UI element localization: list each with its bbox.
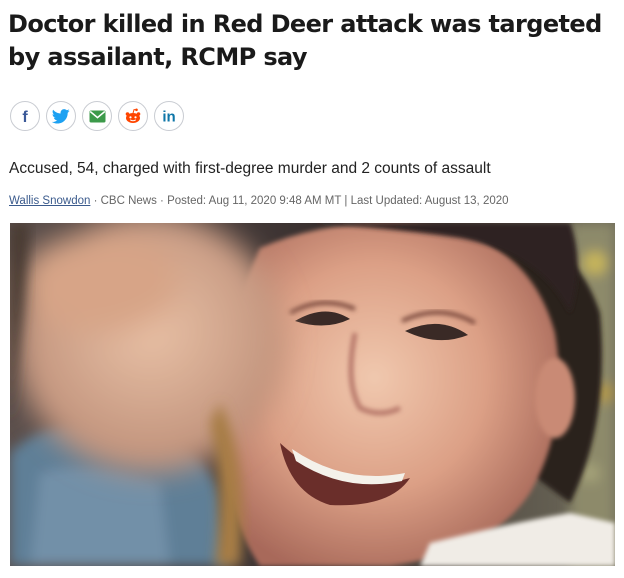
twitter-icon (52, 108, 70, 124)
byline-updated: Last Updated: August 13, 2020 (350, 195, 509, 207)
article-headline: Doctor killed in Red Deer attack was tar… (8, 10, 602, 71)
byline-posted: Posted: Aug 11, 2020 9:48 AM MT (167, 195, 342, 207)
share-facebook-button[interactable]: f (10, 101, 40, 131)
reddit-icon (125, 108, 141, 123)
share-reddit-button[interactable] (118, 101, 148, 131)
share-twitter-button[interactable] (46, 101, 76, 131)
byline-separator: · (90, 195, 101, 207)
photo-image (10, 223, 615, 566)
byline-separator: · (156, 195, 168, 207)
article-deck: Accused, 54, charged with first-degree m… (9, 160, 491, 177)
author-link[interactable]: Wallis Snowdon (9, 195, 90, 207)
email-icon (89, 110, 105, 122)
linkedin-icon: in (162, 109, 175, 125)
article-page: Doctor killed in Red Deer attack was tar… (0, 0, 624, 578)
byline-divider: | (341, 195, 351, 207)
facebook-icon: f (22, 109, 28, 124)
share-toolbar: f in (10, 101, 184, 131)
share-linkedin-button[interactable]: in (154, 101, 184, 131)
article-photo (10, 223, 615, 566)
svg-text:f: f (22, 109, 28, 124)
share-email-button[interactable] (82, 101, 112, 131)
svg-text:in: in (162, 109, 175, 125)
byline-source: CBC News (100, 195, 157, 207)
article-byline: Wallis Snowdon · CBC News · Posted: Aug … (9, 193, 609, 209)
